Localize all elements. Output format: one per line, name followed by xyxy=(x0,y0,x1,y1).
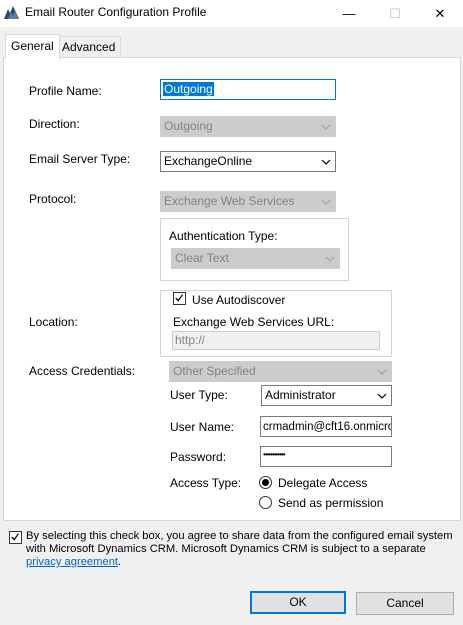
direction-select[interactable]: Outgoing xyxy=(160,116,336,137)
user-type-value: Administrator xyxy=(265,388,336,402)
user-type-label: User Type: xyxy=(170,388,228,402)
send-as-permission-radio[interactable] xyxy=(259,496,272,509)
send-as-permission-label: Send as permission xyxy=(278,496,384,510)
use-autodiscover-label: Use Autodiscover xyxy=(192,293,286,307)
chevron-down-icon xyxy=(321,124,331,130)
crm-app-icon xyxy=(4,6,19,19)
user-name-value: crmadmin@cft16.onmicros xyxy=(263,421,392,433)
access-type-label: Access Type: xyxy=(170,476,242,490)
minimize-button[interactable]: — xyxy=(326,0,372,27)
chevron-down-icon xyxy=(321,159,331,165)
delegate-access-label: Delegate Access xyxy=(278,476,368,490)
user-type-select[interactable]: Administrator xyxy=(261,385,392,406)
profile-name-input[interactable]: Outgoing xyxy=(160,79,336,100)
protocol-select[interactable]: Exchange Web Services xyxy=(160,191,336,212)
protocol-value: Exchange Web Services xyxy=(164,194,295,208)
auth-type-value: Clear Text xyxy=(175,251,229,265)
location-label: Location: xyxy=(29,315,78,329)
consent-body: By selecting this check box, you agree t… xyxy=(26,530,453,555)
server-type-value: ExchangeOnline xyxy=(164,154,253,168)
consent-checkbox[interactable] xyxy=(9,531,22,544)
maximize-button[interactable]: ☐ xyxy=(372,0,418,27)
use-autodiscover-checkbox[interactable] xyxy=(173,292,186,305)
chevron-down-icon xyxy=(377,369,387,375)
title-bar: Email Router Configuration Profile — ☐ ✕ xyxy=(0,0,463,27)
direction-value: Outgoing xyxy=(164,119,213,133)
profile-name-label: Profile Name: xyxy=(29,84,102,98)
password-label: Password: xyxy=(170,450,227,464)
tab-general[interactable]: General xyxy=(5,34,60,59)
delegate-access-radio[interactable] xyxy=(259,476,272,489)
access-credentials-value: Other Specified xyxy=(173,364,256,378)
close-icon: ✕ xyxy=(434,5,446,21)
direction-label: Direction: xyxy=(29,117,80,131)
password-input[interactable]: •••••••••••• xyxy=(260,446,392,467)
chevron-down-icon xyxy=(321,199,331,205)
server-type-label: Email Server Type: xyxy=(29,152,131,166)
password-value: •••••••••••• xyxy=(263,450,286,459)
ews-url-placeholder: http:// xyxy=(175,333,206,347)
access-credentials-select[interactable]: Other Specified xyxy=(169,361,392,382)
user-name-input[interactable]: crmadmin@cft16.onmicros xyxy=(260,416,392,437)
auth-type-select[interactable]: Clear Text xyxy=(171,248,340,269)
window-title: Email Router Configuration Profile xyxy=(25,5,207,19)
auth-type-label: Authentication Type: xyxy=(169,229,278,243)
server-type-select[interactable]: ExchangeOnline xyxy=(160,151,336,172)
consent-text: By selecting this check box, you agree t… xyxy=(26,530,462,569)
user-name-label: User Name: xyxy=(170,420,235,434)
minimize-icon: — xyxy=(342,6,356,21)
consent-suffix: . xyxy=(118,556,122,568)
close-button[interactable]: ✕ xyxy=(417,0,463,27)
profile-name-value: Outgoing xyxy=(163,82,214,96)
tab-advanced[interactable]: Advanced xyxy=(56,36,122,58)
access-credentials-label: Access Credentials: xyxy=(29,364,136,378)
checkmark-icon xyxy=(11,533,19,541)
ews-url-input[interactable]: http:// xyxy=(172,331,380,350)
privacy-agreement-link[interactable]: privacy agreement xyxy=(26,556,118,568)
ews-url-label: Exchange Web Services URL: xyxy=(173,315,335,329)
checkmark-icon xyxy=(175,294,183,302)
chevron-down-icon xyxy=(325,256,335,262)
chevron-down-icon xyxy=(377,393,387,399)
ok-button[interactable]: OK xyxy=(250,591,346,614)
protocol-label: Protocol: xyxy=(29,192,77,206)
maximize-icon: ☐ xyxy=(389,5,401,21)
cancel-button[interactable]: Cancel xyxy=(356,592,454,615)
radio-selected-dot xyxy=(262,479,269,486)
